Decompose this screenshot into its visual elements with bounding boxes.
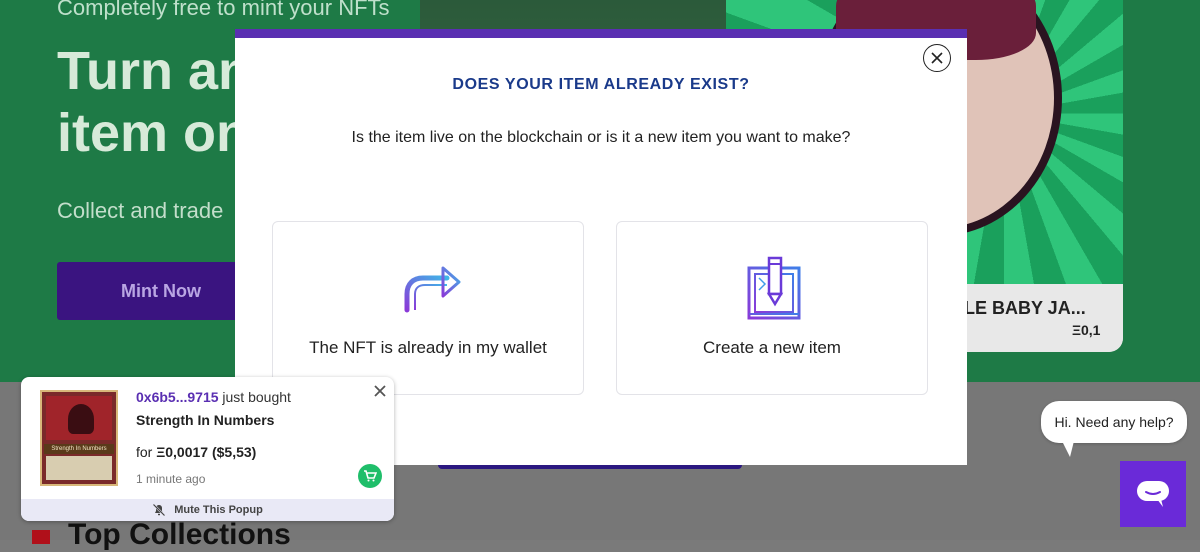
featured-nft-title: LE BABY JA... (964, 298, 1086, 318)
cart-icon (358, 464, 382, 488)
top-collections-heading: Top Collections (68, 518, 291, 551)
chat-icon (1137, 481, 1169, 507)
option-existing-nft[interactable]: The NFT is already in my wallet (272, 221, 584, 395)
thumbnail-card-name: Strength In Numbers (44, 444, 114, 454)
close-icon[interactable] (372, 383, 388, 399)
option-existing-label: The NFT is already in my wallet (309, 338, 547, 357)
purchase-price: for Ξ0,0017 ($5,53) (136, 444, 257, 460)
purchase-action: just bought (218, 389, 291, 405)
mute-popup-label: Mute This Popup (174, 504, 263, 516)
close-icon[interactable] (923, 44, 951, 72)
modal-title: DOES YOUR ITEM ALREADY EXIST? (452, 76, 750, 93)
mute-popup-button[interactable]: Mute This Popup (21, 499, 394, 521)
bell-muted-icon (152, 503, 166, 517)
redirect-arrow-icon (404, 266, 461, 313)
purchased-item-name[interactable]: Strength In Numbers (136, 412, 274, 428)
featured-nft-price: Ξ0,1 (1072, 322, 1101, 338)
chat-greeting-bubble[interactable]: Hi. Need any help? (1041, 401, 1187, 443)
option-create-label: Create a new item (703, 338, 841, 357)
section-marker (32, 530, 50, 544)
modal-description: Is the item live on the blockchain or is… (351, 129, 851, 146)
hero-subtitle: Completely free to mint your NFTs (57, 0, 390, 20)
purchased-item-thumbnail[interactable]: Strength In Numbers (40, 390, 118, 486)
create-pencil-icon (747, 256, 801, 320)
price-value: Ξ0,0017 ($5,53) (156, 444, 257, 460)
chat-bubble-tail (1062, 441, 1074, 457)
purchase-time: 1 minute ago (136, 472, 206, 486)
recent-purchase-popup: Strength In Numbers 0x6b5...9715 just bo… (21, 377, 394, 521)
hero-collect-text: Collect and trade (57, 198, 224, 223)
chat-launcher-button[interactable] (1120, 461, 1186, 527)
buyer-line: 0x6b5...9715 just bought (136, 389, 291, 405)
option-create-item[interactable]: Create a new item (616, 221, 928, 395)
buyer-address[interactable]: 0x6b5...9715 (136, 389, 219, 405)
